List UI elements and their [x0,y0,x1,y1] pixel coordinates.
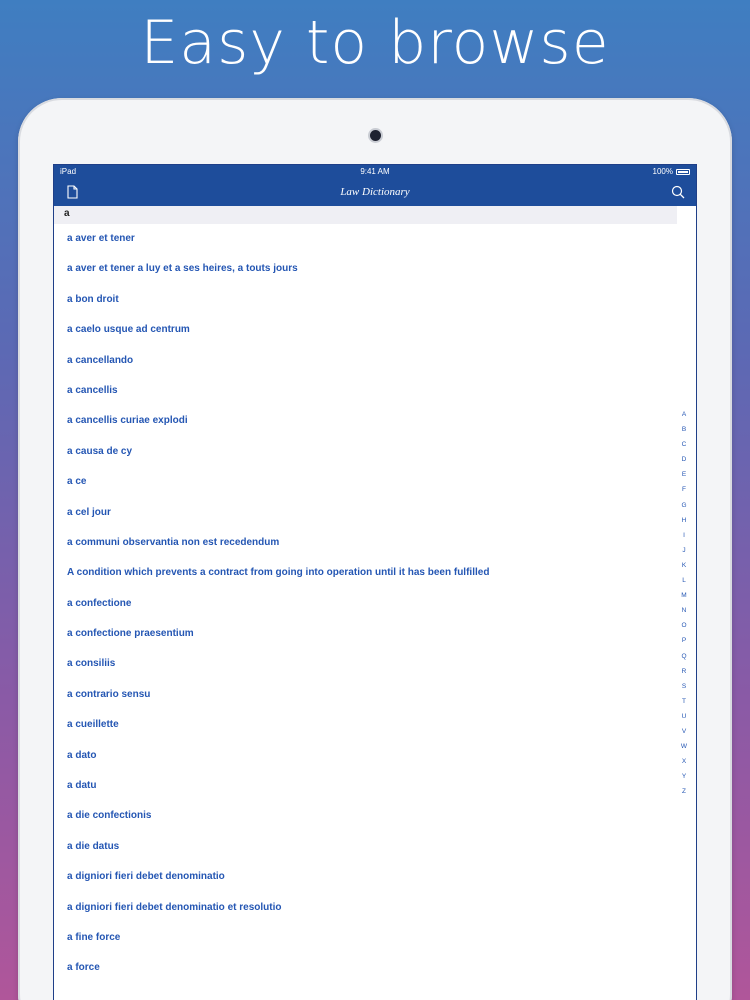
camera-dot [370,130,381,141]
index-letter[interactable]: D [678,452,690,467]
ipad-frame: iPad 9:41 AM 100% Law Dictionary a a ave… [18,98,732,1000]
list-item[interactable]: a cel jour [54,498,696,528]
alphabet-index[interactable]: ABCDEFGHIJKLMNOPQRSTUVWXYZ [678,407,690,799]
index-letter[interactable]: T [678,694,690,709]
list-item[interactable]: a cancellis curiae explodi [54,406,696,436]
battery-percent: 100% [652,167,673,176]
list-item[interactable]: a die confectionis [54,801,696,831]
list-item[interactable]: a contrario sensu [54,680,696,710]
index-letter[interactable]: X [678,754,690,769]
headline: Easy to browse [140,8,610,78]
index-letter[interactable]: U [678,709,690,724]
index-letter[interactable]: R [678,664,690,679]
search-input[interactable]: a [54,206,677,224]
list-item[interactable]: a datu [54,771,696,801]
index-letter[interactable]: I [678,528,690,543]
index-letter[interactable]: C [678,437,690,452]
index-letter[interactable]: K [678,558,690,573]
list-item[interactable]: a confectione [54,589,696,619]
index-letter[interactable]: Y [678,769,690,784]
nav-bar: Law Dictionary [54,179,696,206]
index-letter[interactable]: B [678,422,690,437]
index-letter[interactable]: J [678,543,690,558]
index-letter[interactable]: L [678,573,690,588]
index-letter[interactable]: G [678,498,690,513]
index-letter[interactable]: A [678,407,690,422]
app-screen: iPad 9:41 AM 100% Law Dictionary a a ave… [53,164,697,1000]
index-letter[interactable]: O [678,618,690,633]
index-letter[interactable]: Q [678,649,690,664]
index-letter[interactable]: P [678,633,690,648]
index-letter[interactable]: N [678,603,690,618]
index-letter[interactable]: F [678,482,690,497]
list-item[interactable]: a cancellando [54,346,696,376]
list-item[interactable]: a die datus [54,832,696,862]
list-item[interactable]: a causa de cy [54,437,696,467]
index-letter[interactable]: W [678,739,690,754]
page-title: Law Dictionary [340,186,410,198]
index-letter[interactable]: S [678,679,690,694]
index-letter[interactable]: M [678,588,690,603]
list-item[interactable]: a fine force [54,923,696,953]
list-item[interactable]: a consiliis [54,649,696,679]
list-item[interactable]: a cueillette [54,710,696,740]
list-item[interactable]: a cancellis [54,376,696,406]
index-letter[interactable]: E [678,467,690,482]
battery-indicator: 100% [653,167,690,176]
index-letter[interactable]: H [678,513,690,528]
index-letter[interactable]: V [678,724,690,739]
list-item[interactable]: a ce [54,467,696,497]
status-bar: iPad 9:41 AM 100% [54,165,696,179]
entry-list: a aver et tener a aver et tener a luy et … [54,224,696,1000]
list-item[interactable]: a digniori fieri debet denominatio et re… [54,893,696,923]
list-item[interactable]: a confectione praesentium [54,619,696,649]
list-item[interactable]: a dato [54,741,696,771]
list-item[interactable]: a bon droit [54,285,696,315]
list-item[interactable]: a aver et tener a luy et a ses heires, a… [54,254,696,284]
battery-icon [676,168,690,175]
index-letter[interactable]: Z [678,784,690,799]
search-icon[interactable] [670,184,686,200]
list-item[interactable]: a caelo usque ad centrum [54,315,696,345]
list-item[interactable]: a force [54,953,696,983]
list-item[interactable]: A condition which prevents a contract fr… [54,558,696,588]
list-item[interactable]: a communi observantia non est recedendum [54,528,696,558]
list-item[interactable]: a aver et tener [54,224,696,254]
status-time: 9:41 AM [360,167,390,176]
list-item[interactable]: a digniori fieri debet denominatio [54,862,696,892]
